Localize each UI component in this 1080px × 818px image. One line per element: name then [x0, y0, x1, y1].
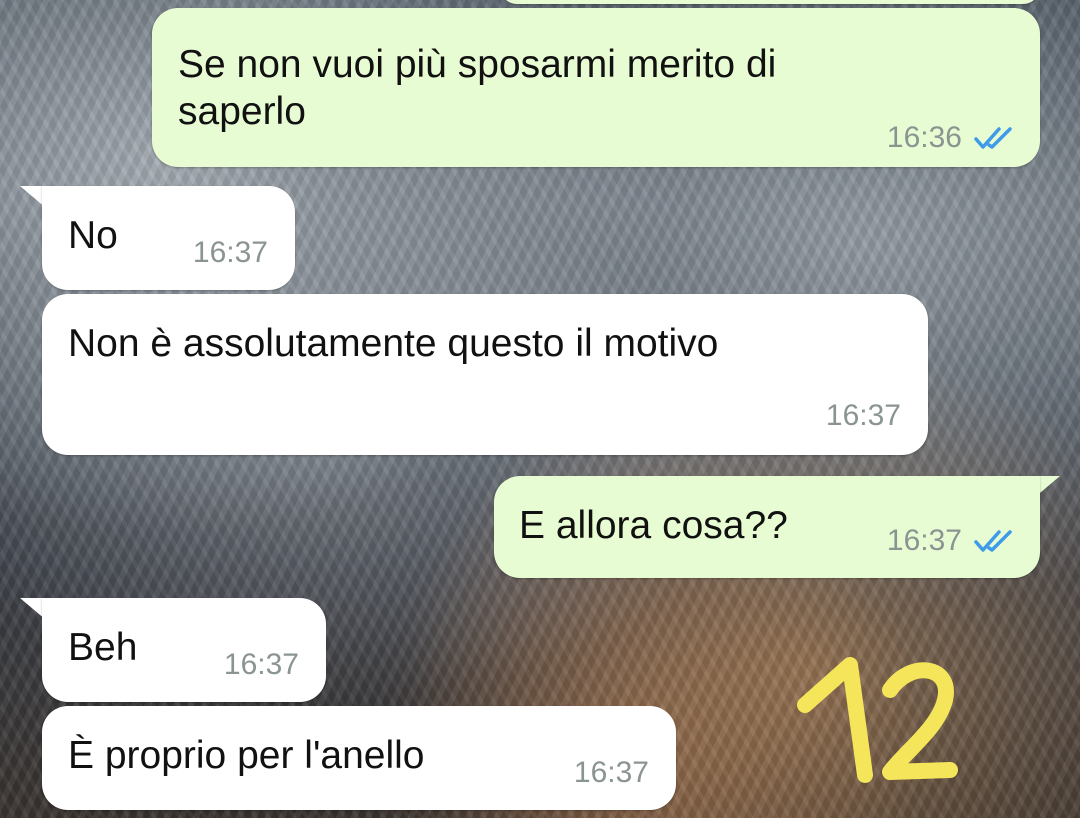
message-bubble-incoming[interactable]: No 16:37	[42, 186, 295, 290]
message-time: 16:37	[886, 524, 962, 557]
message-meta: 16:36	[887, 121, 1016, 155]
message-time: 16:36	[886, 121, 962, 154]
message-meta: 16:37	[887, 524, 1016, 558]
message-time: 16:37	[825, 399, 901, 432]
message-text: Non è assolutamente questo il motivo	[68, 322, 719, 365]
message-text: No	[68, 214, 118, 257]
message-bubble-incoming[interactable]: Non è assolutamente questo il motivo 16:…	[42, 294, 928, 455]
cropped-message-bubble	[500, 0, 1040, 4]
message-time: 16:37	[192, 236, 268, 269]
handwritten-number-overlay: 12	[795, 650, 965, 795]
message-text: È proprio per l'anello	[68, 734, 425, 777]
overlay-drawing	[797, 657, 958, 783]
message-bubble-outgoing[interactable]: Se non vuoi più sposarmi merito di saper…	[152, 8, 1040, 167]
message-text: Se non vuoi più sposarmi merito di saper…	[178, 43, 777, 133]
message-text: Beh	[68, 626, 138, 669]
message-bubble-outgoing[interactable]: E allora cosa?? 16:37	[494, 476, 1040, 578]
read-ticks-icon	[972, 528, 1016, 554]
message-bubble-incoming[interactable]: È proprio per l'anello 16:37	[42, 706, 676, 810]
message-bubble-incoming[interactable]: Beh 16:37	[42, 598, 326, 702]
message-time: 16:37	[223, 648, 299, 681]
message-text: E allora cosa??	[519, 504, 788, 547]
message-time: 16:37	[573, 756, 649, 789]
read-ticks-icon	[972, 125, 1016, 151]
